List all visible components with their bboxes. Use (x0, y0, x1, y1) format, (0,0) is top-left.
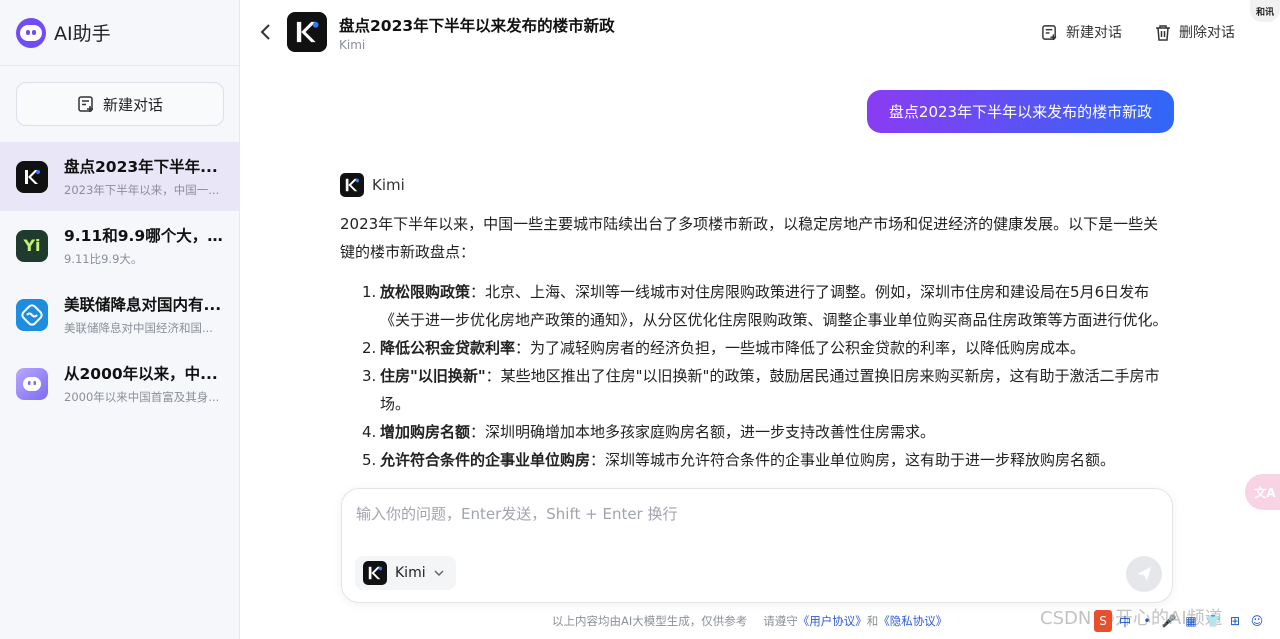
conversation-preview: 9.11比9.9大。 (64, 252, 143, 266)
sidebar-new-chat-label: 新建对话 (102, 95, 163, 114)
model-selector-label: Kimi (395, 565, 426, 581)
kimi-logo-icon (363, 561, 387, 585)
conversation-title: 从2000年以来，中... (64, 365, 218, 383)
trash-icon (1156, 24, 1170, 41)
list-item: 4. 增加购房名额：深圳明确增加本地多孩家庭购房名额，进一步支持改善性住房需求。 (362, 423, 936, 441)
chat-header: 盘点2023年下半年以来发布的楼市新政 Kimi 新建对话 删除对话 和讯 (241, 0, 1280, 66)
back-arrow-icon[interactable] (257, 22, 275, 42)
user-agreement-link[interactable]: 《用户协议》 (798, 614, 867, 628)
chevron-down-icon (434, 569, 444, 576)
delete-chat-label: 删除对话 (1179, 25, 1235, 41)
conversation-title: 美联储降息对国内有... (64, 296, 222, 314)
keyboard-icon[interactable]: ▦ (1182, 610, 1200, 632)
kimi-logo-icon (287, 12, 327, 52)
chat-title: 盘点2023年下半年以来发布的楼市新政 (339, 17, 615, 35)
system-tray: S 中 • 🎤 ▦ 👕 ⊞ ☺ (1094, 610, 1266, 632)
user-message-bubble: 盘点2023年下半年以来发布的楼市新政 (867, 90, 1174, 133)
conversation-preview: 美联储降息对中国经济和国... (64, 321, 213, 335)
conversation-item[interactable]: Yi 9.11和9.9哪个大，... 9.11比9.9大。 (0, 211, 239, 280)
brand-header: AI助手 (0, 0, 239, 66)
chat-model-name: Kimi (339, 38, 366, 52)
corner-badge[interactable]: 和讯 (1250, 0, 1280, 22)
grid-icon[interactable]: ⊞ (1226, 610, 1244, 632)
mic-icon[interactable]: 🎤 (1160, 610, 1178, 632)
agree-prefix: 请遵守 (763, 614, 798, 628)
message-input[interactable] (356, 505, 1136, 523)
tray-icon[interactable]: S (1094, 610, 1112, 632)
conversation-item[interactable]: 美联储降息对国内有... 美联储降息对中国经济和国... (0, 280, 239, 349)
disclaimer-footer: 以上内容均由AI大模型生成，仅供参考 请遵守《用户协议》和《隐私协议》 (552, 613, 947, 629)
delete-chat-button[interactable]: 删除对话 (1155, 22, 1235, 42)
conversation-title: 盘点2023年下半年... (64, 158, 218, 176)
assistant-logo-icon (16, 17, 46, 48)
list-item: 3. 住房"以旧换新"：某些地区推出了住房"以旧换新"的政策，鼓励居民通过置换旧房… (362, 367, 1160, 413)
kimi-logo-icon (16, 160, 48, 193)
policy-list: 1. 放松限购政策：北京、上海、深圳等一线城市对住房限购政策进行了调整。例如，深圳… (340, 278, 1170, 474)
kimi-logo-icon (340, 173, 364, 197)
ai-message-header: Kimi (340, 173, 405, 197)
brand-title: AI助手 (54, 23, 111, 45)
tray-icon[interactable]: 中 (1116, 610, 1134, 632)
list-item: 1. 放松限购政策：北京、上海、深圳等一线城市对住房限购政策进行了调整。例如，深圳… (362, 283, 1168, 329)
ai-disclaimer: 以上内容均由AI大模型生成，仅供参考 (552, 614, 748, 628)
face-icon[interactable]: ☺ (1248, 610, 1266, 632)
chat-input-box: Kimi (341, 488, 1173, 603)
conversation-preview: 2000年以来中国首富及其身... (64, 390, 220, 404)
model-selector[interactable]: Kimi (355, 556, 456, 590)
conversation-preview: 2023年下半年以来，中国一... (64, 183, 220, 197)
skin-icon[interactable]: 👕 (1204, 610, 1222, 632)
yi-logo-icon: Yi (16, 229, 48, 262)
answer-intro: 2023年下半年以来，中国一些主要城市陆续出台了多项楼市新政，以稳定房地产市场和… (340, 215, 1159, 261)
sidebar: AI助手 新建对话 盘点2023年下半年... 2023年下半年以来，中国一..… (0, 0, 240, 639)
header-new-chat-label: 新建对话 (1066, 25, 1122, 41)
translate-float-button[interactable]: 文A (1245, 474, 1280, 510)
send-icon (1137, 567, 1151, 581)
send-button[interactable] (1126, 556, 1162, 592)
ai-name: Kimi (372, 176, 405, 194)
app-window: AI助手 新建对话 盘点2023年下半年... 2023年下半年以来，中国一..… (0, 0, 1280, 639)
tray-icon[interactable]: • (1138, 610, 1156, 632)
wave-logo-icon (16, 298, 48, 331)
header-new-chat-button[interactable]: 新建对话 (1041, 22, 1122, 42)
list-item: 5. 允许符合条件的企事业单位购房：深圳等城市允许符合条件的企事业单位购房，这有助… (362, 451, 1116, 469)
list-item: 2. 降低公积金贷款利率：为了减轻购房者的经济负担，一些城市降低了公积金贷款的利率… (362, 339, 1086, 357)
and-text: 和 (866, 614, 879, 628)
privacy-link[interactable]: 《隐私协议》 (878, 614, 947, 628)
new-chat-icon (78, 96, 93, 112)
conversation-list: 盘点2023年下半年... 2023年下半年以来，中国一... Yi 9.11和… (0, 142, 239, 418)
new-chat-icon (1042, 24, 1057, 40)
robot-logo-icon (16, 367, 48, 400)
conversation-item[interactable]: 从2000年以来，中... 2000年以来中国首富及其身... (0, 349, 239, 418)
conversation-title: 9.11和9.9哪个大，... (64, 227, 224, 245)
conversation-item[interactable]: 盘点2023年下半年... 2023年下半年以来，中国一... (0, 142, 239, 211)
ai-answer: 2023年下半年以来，中国一些主要城市陆续出台了多项楼市新政，以稳定房地产市场和… (340, 210, 1170, 492)
sidebar-new-chat-button[interactable]: 新建对话 (16, 82, 224, 126)
translate-icon: 文A (1254, 485, 1276, 500)
